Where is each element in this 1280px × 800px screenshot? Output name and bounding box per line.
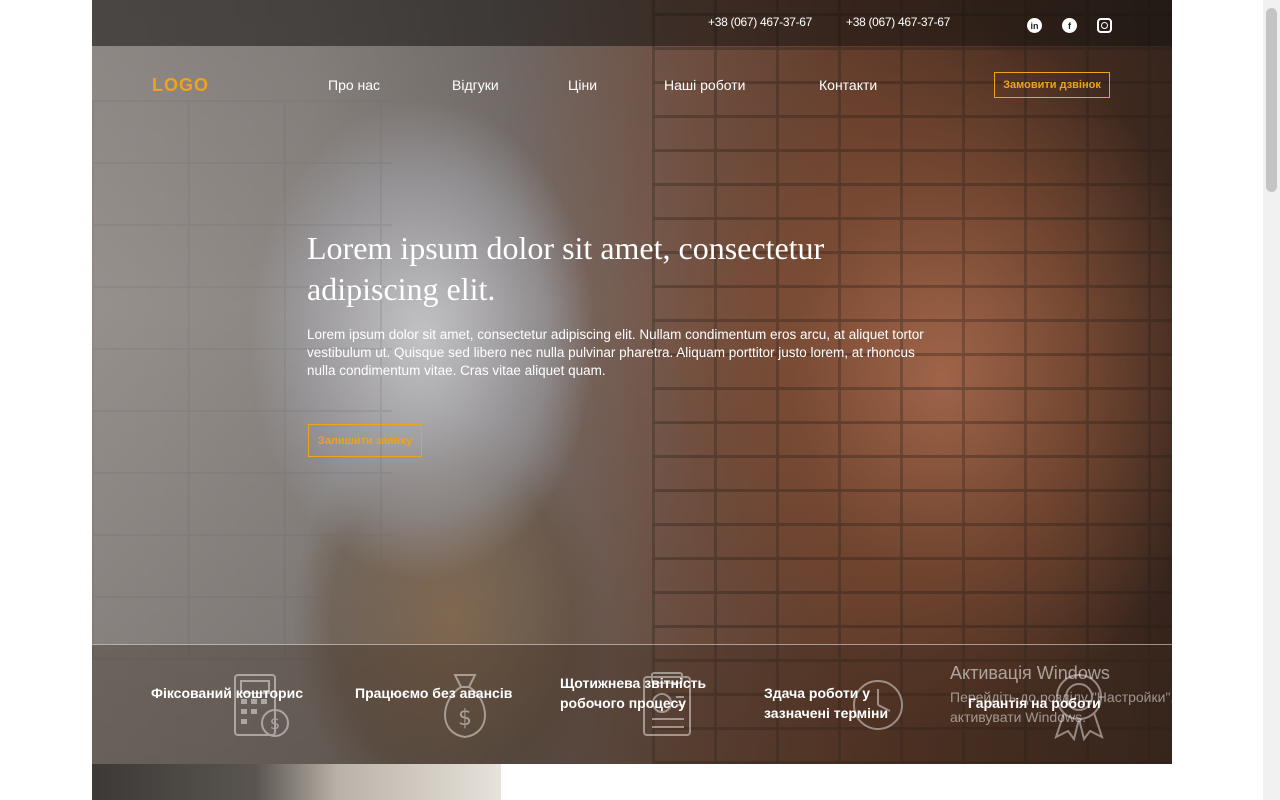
feature-label: Здача роботи у зазначені терміни: [764, 685, 889, 721]
feature-item: Здача роботи у зазначені терміни: [764, 645, 914, 764]
nav-item-reviews[interactable]: Відгуки: [452, 77, 499, 93]
windows-activation-line: активувати Windows.: [950, 709, 1086, 725]
hero-description: Lorem ipsum dolor sit amet, consectetur …: [307, 327, 924, 378]
money-bag-icon: $: [444, 674, 486, 739]
svg-text:$: $: [270, 714, 280, 733]
leave-request-button[interactable]: Залишити заявку: [308, 424, 422, 457]
instagram-icon[interactable]: [1097, 18, 1112, 33]
page-scrollbar[interactable]: [1263, 0, 1280, 800]
nav-item-contacts[interactable]: Контакти: [819, 77, 877, 93]
feature-label: Фіксований кошторис: [151, 685, 303, 701]
nav-item-prices[interactable]: Ціни: [568, 77, 597, 93]
facebook-icon[interactable]: f: [1062, 18, 1077, 33]
windows-activation-text: Перейдіть до розділу "Настройки", щоб ак…: [950, 687, 1205, 727]
linkedin-icon[interactable]: in: [1027, 18, 1042, 33]
feature-item: Щотижнева звітність робочого процесу: [560, 645, 710, 764]
feature-item: $ Працюємо без авансів: [355, 645, 512, 764]
phone-link-2[interactable]: +38 (067) 467-37-67: [846, 15, 950, 29]
nav-item-our-works[interactable]: Наші роботи: [664, 77, 745, 93]
hero-section: +38 (067) 467-37-67 +38 (067) 467-37-67 …: [92, 0, 1172, 764]
site-logo[interactable]: LOGO: [152, 75, 209, 96]
scrollbar-thumb[interactable]: [1266, 8, 1277, 192]
order-call-button[interactable]: Замовити дзвінок: [994, 72, 1110, 98]
feature-label: Щотижнева звітність робочого процесу: [560, 675, 707, 711]
svg-text:$: $: [458, 706, 472, 731]
next-section-image: [92, 764, 501, 800]
windows-activation-title: Активація Windows: [950, 663, 1110, 683]
windows-activation-line: Перейдіть до розділу "Настройки", щоб: [950, 689, 1206, 705]
hero-title: Lorem ipsum dolor sit amet, consectetur …: [307, 230, 825, 307]
feature-label: Працюємо без авансів: [355, 685, 513, 701]
top-contact-bar: +38 (067) 467-37-67 +38 (067) 467-37-67 …: [92, 0, 1172, 46]
phone-link-1[interactable]: +38 (067) 467-37-67: [708, 15, 812, 29]
feature-item: $ Фіксований кошторис: [151, 645, 303, 764]
nav-item-about[interactable]: Про нас: [328, 77, 380, 93]
